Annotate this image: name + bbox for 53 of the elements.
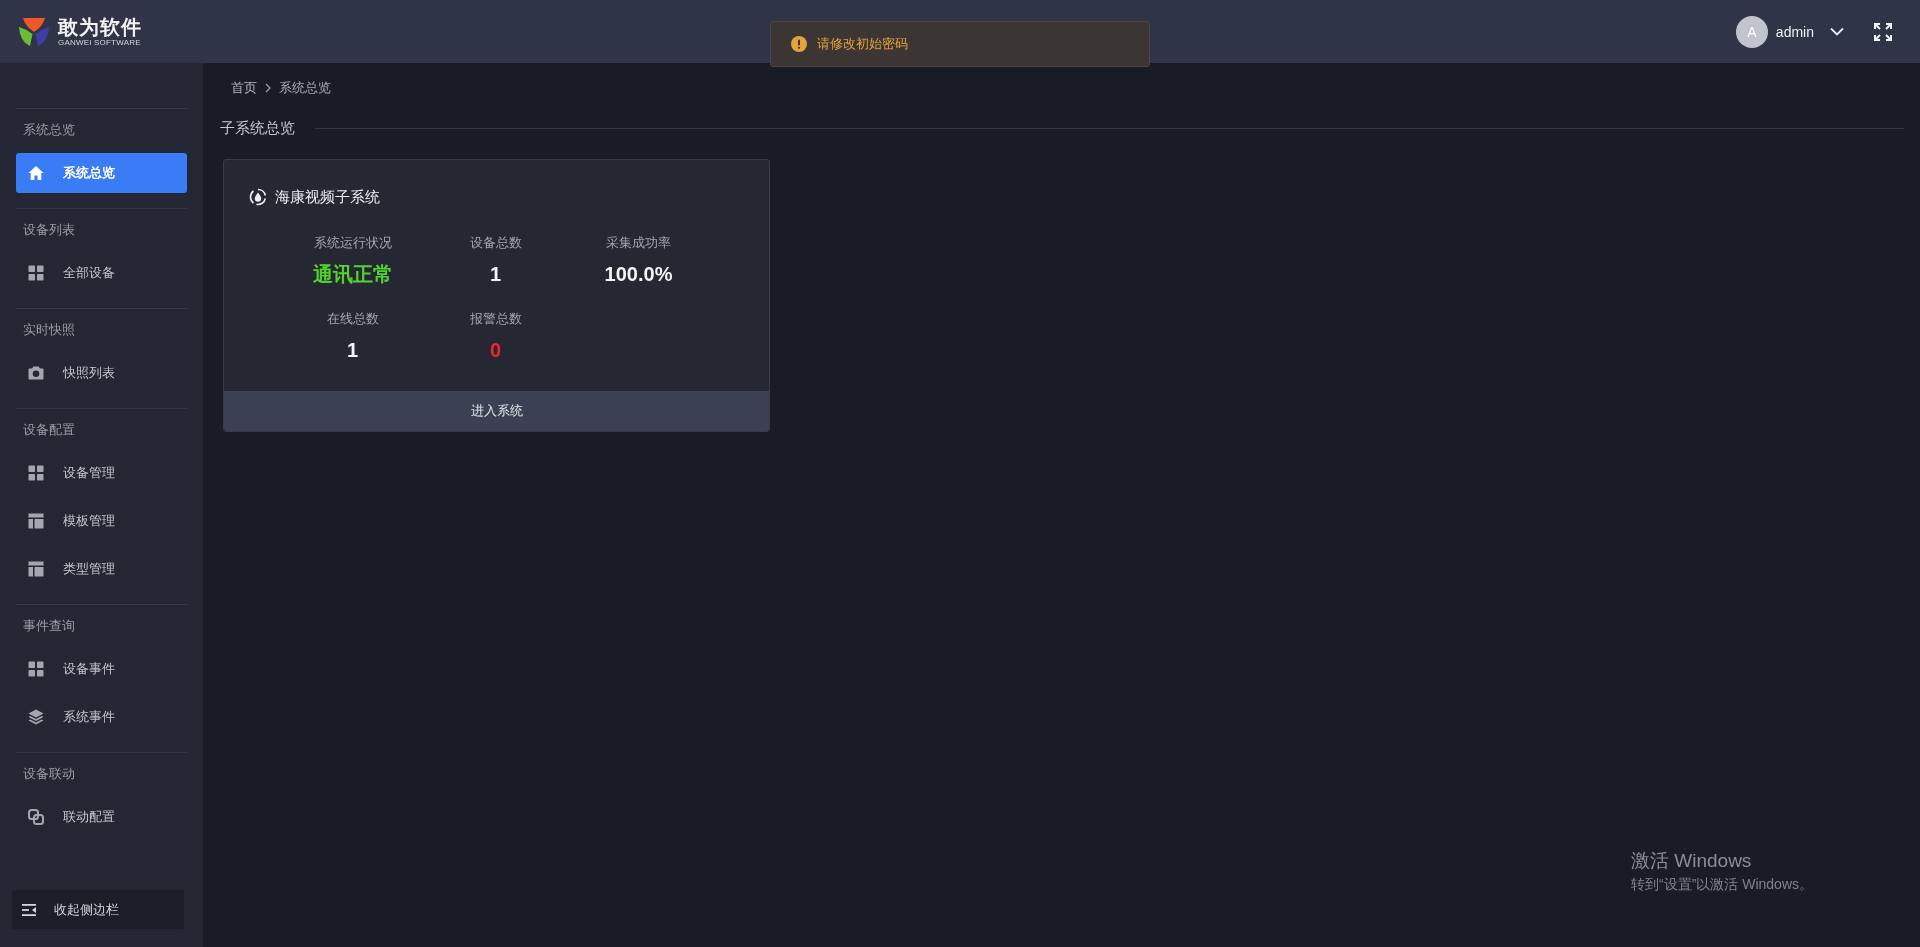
sidebar-item[interactable]: 快照列表 <box>16 353 187 393</box>
fullscreen-icon[interactable] <box>1874 22 1892 41</box>
stat-label: 在线总数 <box>326 310 379 328</box>
sidebar-section-label: 设备联动 <box>22 765 75 783</box>
camera-icon <box>28 365 44 381</box>
stat-value: 1 <box>346 338 359 362</box>
sidebar-item[interactable]: 系统总览 <box>16 153 187 193</box>
stat-label: 设备总数 <box>469 234 522 252</box>
menu-fold-icon <box>22 903 36 916</box>
stat-label: 报警总数 <box>469 310 522 328</box>
sidebar-section-label: 设备配置 <box>22 421 75 439</box>
activation-title: 激活 Windows <box>1631 849 1752 873</box>
stat-value: 1 <box>489 262 502 286</box>
sidebar-item[interactable]: 系统事件 <box>16 697 187 737</box>
copy-icon <box>28 809 44 825</box>
grid-icon <box>28 465 44 481</box>
layout-icon <box>28 513 44 529</box>
section-title: 子系统总览 <box>220 118 295 138</box>
sidebar-section-label: 实时快照 <box>22 321 75 339</box>
stat-value: 0 <box>489 338 502 362</box>
chevron-down-icon[interactable] <box>1830 27 1844 36</box>
layers-icon <box>28 709 44 725</box>
warning-icon <box>791 36 807 52</box>
breadcrumb-current: 系统总览 <box>279 79 331 97</box>
activation-message: 转到“设置”以激活 Windows。 <box>1631 875 1813 893</box>
sidebar-item[interactable]: 设备管理 <box>16 453 187 493</box>
logo-title: 敢为软件 <box>58 15 142 38</box>
logo-subtitle: GANWEI SOFTWARE <box>58 37 141 48</box>
layout-icon <box>28 561 44 577</box>
sidebar-section-label: 事件查询 <box>22 617 75 635</box>
stat-value: 通讯正常 <box>312 262 393 286</box>
stat-label: 采集成功率 <box>606 234 671 252</box>
logo-icon <box>18 16 50 47</box>
sidebar-item[interactable]: 全部设备 <box>16 253 187 293</box>
subsystem-title: 海康视频子系统 <box>275 187 380 207</box>
toast-text: 请修改初始密码 <box>817 35 908 53</box>
sidebar-item[interactable]: 类型管理 <box>16 549 187 589</box>
grid-icon <box>28 661 44 677</box>
sidebar-item[interactable]: 设备事件 <box>16 649 187 689</box>
home-icon <box>28 165 44 181</box>
chevron-right-icon <box>265 83 271 93</box>
enter-system-button[interactable]: 进入系统 <box>224 391 769 431</box>
sidebar-section-label: 设备列表 <box>22 221 75 239</box>
sidebar-section-label: 系统总览 <box>22 121 75 139</box>
sidebar-item[interactable]: 联动配置 <box>16 797 187 837</box>
stat-label: 系统运行状况 <box>313 234 392 252</box>
breadcrumb-link[interactable]: 首页 <box>231 79 257 97</box>
grid-icon <box>28 265 44 281</box>
stat-value: 100.0% <box>604 262 673 286</box>
collapse-sidebar-button[interactable]: 收起侧边栏 <box>12 890 184 929</box>
user-name[interactable]: admin <box>1775 23 1814 40</box>
drop-ring-icon <box>249 188 267 206</box>
sidebar-item[interactable]: 模板管理 <box>16 501 187 541</box>
